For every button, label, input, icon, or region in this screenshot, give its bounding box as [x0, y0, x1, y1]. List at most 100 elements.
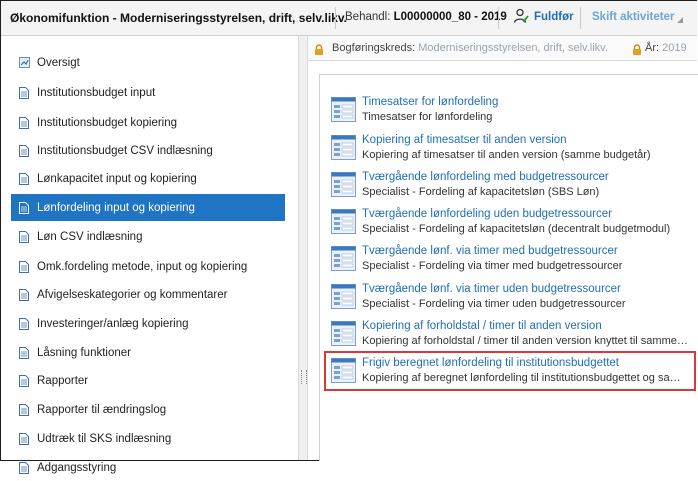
document-icon: [19, 403, 29, 416]
activity-tile[interactable]: Tværgående lønf. via timer med budgetres…: [326, 241, 694, 277]
bogforingskreds-value: Moderniseringsstyrelsen, drift, selv.lik…: [418, 42, 608, 54]
app-title: Økonomifunktion - Moderniseringsstyrelse…: [10, 11, 347, 25]
tile-description: Specialist - Fordeling af kapacitetsløn …: [362, 186, 600, 198]
sidebar-item[interactable]: Lønfordeling input og kopiering: [11, 194, 285, 221]
form-icon: [331, 358, 356, 383]
sidebar-item-label: Lønkapacitet input og kopiering: [37, 172, 197, 185]
dropdown-arrow-icon: ◢: [677, 17, 683, 24]
form-icon: [331, 172, 356, 197]
tile-title: Kopiering af forholdstal / timer til and…: [362, 320, 602, 332]
activity-tile[interactable]: Tværgående lønf. via timer uden budgetre…: [326, 279, 694, 315]
form-icon: [331, 246, 356, 271]
document-icon: [19, 172, 29, 185]
toolbar-divider: [580, 7, 581, 29]
context-bar: Bogføringskreds: Moderniseringsstyrelsen…: [308, 36, 697, 61]
sidebar-item[interactable]: Institutionsbudget input: [11, 79, 285, 106]
sidebar: Oversigt Institutionsbudget input Institut…: [1, 36, 298, 474]
sidebar-item[interactable]: Institutionsbudget CSV indlæsning: [11, 137, 285, 164]
sidebar-item-label: Lønfordeling input og kopiering: [37, 201, 195, 214]
toolbar-divider: [335, 7, 336, 29]
activity-tile[interactable]: Timesatser for lønfordeling Timesatser fo…: [326, 92, 694, 128]
sidebar-item[interactable]: Lønkapacitet input og kopiering: [11, 165, 285, 192]
sidebar-item[interactable]: Rapporter til ændringslog: [11, 396, 285, 423]
sidebar-item-label: Rapporter: [37, 374, 89, 387]
sidebar-item-label: Institutionsbudget kopiering: [37, 116, 178, 129]
document-icon: [19, 461, 29, 474]
document-icon: [19, 432, 29, 445]
form-icon: [331, 97, 356, 122]
sidebar-item[interactable]: Omk.fordeling metode, input og kopiering: [11, 253, 285, 280]
tile-title: Timesatser for lønfordeling: [362, 96, 499, 108]
sidebar-item[interactable]: Låsning funktioner: [11, 339, 285, 366]
sidebar-item[interactable]: Investeringer/anlæg kopiering: [11, 310, 285, 337]
behandl-value: L00000000_80 - 2019: [393, 11, 507, 23]
tile-description: Specialist - Fordeling af kapacitetsløn …: [362, 223, 671, 235]
activity-tile[interactable]: Frigiv beregnet lønfordeling til institu…: [324, 351, 696, 391]
tile-description: Specialist - Fordeling via timer uden bu…: [362, 298, 626, 310]
pane-splitter[interactable]: [298, 36, 308, 460]
sidebar-item-label: Løn CSV indlæsning: [37, 230, 143, 243]
document-icon: [19, 374, 29, 387]
sidebar-item[interactable]: Institutionsbudget kopiering: [11, 109, 285, 136]
tile-description: Timesatser for lønfordeling: [362, 111, 493, 123]
sidebar-item-label: Investeringer/anlæg kopiering: [37, 317, 189, 330]
document-icon: [19, 260, 29, 273]
tile-description: Kopiering af timesatser til anden versio…: [362, 149, 651, 161]
form-icon: [331, 209, 356, 234]
lock-icon: [314, 44, 324, 58]
aar-info: År: 2019: [645, 42, 687, 54]
bogforingskreds-label: Bogføringskreds:: [332, 42, 416, 54]
tile-description: Specialist - Fordeling via timer med bud…: [362, 260, 623, 272]
sidebar-item-label: Udtræk til SKS indlæsning: [37, 432, 172, 445]
sidebar-item-label: Institutionsbudget input: [37, 86, 156, 99]
bogforingskreds-info: Bogføringskreds: Moderniseringsstyrelsen…: [332, 42, 608, 54]
sidebar-item[interactable]: Oversigt: [11, 49, 285, 76]
aar-value: 2019: [662, 42, 687, 54]
person-check-icon: [513, 8, 529, 27]
document-icon: [19, 144, 29, 157]
sidebar-item[interactable]: Afvigelseskategorier og kommentarer: [11, 281, 285, 308]
sidebar-item-label: Afvigelseskategorier og kommentarer: [37, 288, 228, 301]
main-content: Bogføringskreds: Moderniseringsstyrelsen…: [308, 36, 698, 461]
document-icon: [19, 116, 29, 129]
activity-tile[interactable]: Kopiering af forholdstal / timer til and…: [326, 316, 694, 352]
lock-icon: [632, 44, 642, 58]
tile-title: Tværgående lønf. via timer med budgetres…: [362, 245, 618, 257]
aar-label: År:: [645, 42, 660, 54]
sidebar-item-label: Omk.fordeling metode, input og kopiering: [37, 260, 248, 273]
tile-description: Kopiering af forholdstal / timer til and…: [362, 335, 688, 347]
form-icon: [331, 135, 356, 160]
sidebar-item-label: Rapporter til ændringslog: [37, 403, 167, 416]
sidebar-item-label: Institutionsbudget CSV indlæsning: [37, 144, 213, 157]
activity-tile[interactable]: Tværgående lønfordeling med budgetressou…: [326, 167, 694, 203]
tile-title: Tværgående lønfordeling uden budgetresso…: [362, 208, 612, 220]
tile-title: Tværgående lønf. via timer uden budgetre…: [362, 283, 621, 295]
activity-tile[interactable]: Kopiering af timesatser til anden versio…: [326, 130, 694, 166]
document-icon: [19, 201, 29, 214]
shift-activities-button[interactable]: Skift aktiviteter ◢: [592, 7, 683, 27]
tile-description: Kopiering af beregnet lønfordeling til i…: [362, 372, 689, 384]
sidebar-item[interactable]: Løn CSV indlæsning: [11, 223, 285, 250]
tile-panel: Timesatser for lønfordeling Timesatser fo…: [319, 74, 698, 461]
shift-activities-label: Skift aktiviteter: [592, 11, 675, 23]
tile-title: Kopiering af timesatser til anden versio…: [362, 134, 567, 146]
sidebar-item[interactable]: Adgangsstyring: [11, 454, 285, 481]
toolbar-divider: [498, 7, 499, 29]
finish-button[interactable]: Fuldfør: [513, 7, 574, 27]
document-icon: [19, 288, 29, 301]
activity-tile[interactable]: Tværgående lønfordeling uden budgetresso…: [326, 204, 694, 240]
form-icon: [331, 284, 356, 309]
sidebar-item-label: Låsning funktioner: [37, 346, 131, 359]
sidebar-item[interactable]: Udtræk til SKS indlæsning: [11, 425, 285, 452]
tile-title: Tværgående lønfordeling med budgetressou…: [362, 171, 609, 183]
sidebar-item[interactable]: Rapporter: [11, 367, 285, 394]
document-icon: [19, 346, 29, 359]
sidebar-item-label: Oversigt: [37, 56, 80, 69]
document-icon: [19, 317, 29, 330]
top-bar: Økonomifunktion - Moderniseringsstyrelse…: [1, 1, 697, 36]
overview-icon: [19, 56, 30, 69]
finish-label: Fuldfør: [534, 11, 574, 23]
form-icon: [331, 321, 356, 346]
splitter-grip-icon[interactable]: [301, 370, 307, 384]
document-icon: [19, 86, 29, 99]
